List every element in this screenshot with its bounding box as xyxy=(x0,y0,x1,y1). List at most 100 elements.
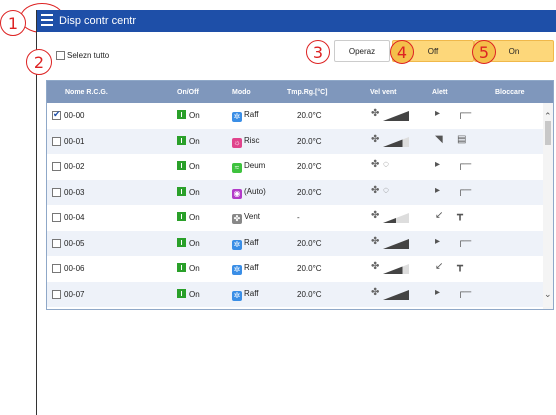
power-on-icon xyxy=(177,237,186,247)
louver-icon[interactable]: ┌─ xyxy=(457,185,471,196)
fan-speed-level xyxy=(383,238,409,249)
fan-speed-indicator[interactable] xyxy=(383,136,409,147)
room-temperature: 20.0°C xyxy=(297,187,322,197)
column-header-lock[interactable]: Bloccare xyxy=(495,89,525,96)
room-temperature: - xyxy=(297,213,300,222)
column-header-mode[interactable]: Modo xyxy=(232,89,251,96)
row-checkbox[interactable] xyxy=(52,213,61,222)
column-header-vane[interactable]: Alett xyxy=(432,89,448,96)
column-header-name[interactable]: Nome R.C.G. xyxy=(65,89,108,96)
unit-name: 00-03 xyxy=(64,187,85,197)
onoff-label: On xyxy=(189,162,200,171)
onoff-status[interactable]: On xyxy=(177,288,200,299)
louver-icon[interactable]: ▤ xyxy=(457,134,466,145)
power-on-icon xyxy=(177,110,186,119)
vane-direction-icon[interactable]: ↙ xyxy=(435,210,443,221)
onoff-status[interactable]: On xyxy=(177,110,200,120)
fan-auto-icon[interactable]: ◌ xyxy=(383,185,389,196)
mode-cell[interactable]: ≈ Deum xyxy=(232,161,265,173)
snowflake-icon: ✲ xyxy=(232,290,242,301)
table-row[interactable]: 00-00 On ✲Raff 20.0°C ✤ ▸ ┌─ xyxy=(47,103,543,128)
onoff-status[interactable]: On xyxy=(177,186,200,197)
vane-direction-icon[interactable]: ▸ xyxy=(435,185,440,196)
callout-1: 1 xyxy=(0,10,26,36)
table-row[interactable]: 00-01 On ☼ Risc 20.0°C ✤ ◥ ▤ xyxy=(47,128,543,154)
row-checkbox[interactable] xyxy=(52,136,61,146)
column-header-fan[interactable]: Vel vent xyxy=(370,89,396,96)
hamburger-menu-icon[interactable] xyxy=(41,14,53,28)
room-temperature: 20.0°C xyxy=(297,289,322,299)
row-checkbox[interactable] xyxy=(52,162,61,171)
scroll-down-icon[interactable]: ⌄ xyxy=(544,289,552,300)
onoff-status[interactable]: On xyxy=(177,212,200,222)
mode-cell[interactable]: ◉ (Auto) xyxy=(232,187,266,199)
sun-icon: ☼ xyxy=(232,137,242,148)
louver-icon[interactable]: ┌─ xyxy=(457,159,471,170)
vertical-scrollbar[interactable]: ⌃ ⌄ xyxy=(543,103,553,309)
operation-button[interactable]: Operaz xyxy=(334,40,390,62)
mode-cell[interactable]: ✲ Raff xyxy=(232,110,259,122)
mode-cell[interactable]: ✲ Raff xyxy=(232,289,259,301)
vane-direction-icon[interactable]: ↙ xyxy=(435,261,443,272)
vane-direction-icon[interactable]: ▸ xyxy=(435,159,440,170)
mode-label: Raff xyxy=(244,288,259,298)
louver-icon[interactable]: ┌─ xyxy=(457,236,471,247)
room-temperature: 20.0°C xyxy=(297,264,322,273)
fan-auto-icon[interactable]: ◌ xyxy=(383,159,389,170)
table-row[interactable]: 00-05 On ✲ Raff 20.0°C ✤ ▸ ┌─ xyxy=(47,230,543,256)
power-on-icon xyxy=(177,135,186,145)
fan-speed-indicator[interactable] xyxy=(383,264,409,274)
row-checkbox[interactable] xyxy=(52,109,61,120)
onoff-label: On xyxy=(189,213,200,222)
mode-cell[interactable]: ✲ Raff xyxy=(232,263,259,275)
louver-icon[interactable]: ┌─ xyxy=(457,287,471,298)
unit-name: 00-06 xyxy=(64,264,85,273)
power-on-icon xyxy=(177,212,186,221)
table-row[interactable]: 00-07 On ✲ Raff 20.0°C ✤ ▸ ┌─ xyxy=(47,281,543,307)
onoff-status[interactable]: On xyxy=(177,237,200,248)
snowflake-icon: ✲ xyxy=(232,239,242,250)
onoff-label: On xyxy=(189,264,200,273)
table-header: Nome R.C.G. On/Off Modo Tmp.Rg.[°C] Vel … xyxy=(47,81,553,103)
onoff-status[interactable]: On xyxy=(177,161,200,171)
onoff-status[interactable]: On xyxy=(177,135,200,146)
mode-cell[interactable]: ☼ Risc xyxy=(232,136,260,148)
fan-icon: ✤ xyxy=(371,159,380,170)
vane-direction-icon[interactable]: ▸ xyxy=(435,287,440,298)
fan-speed-indicator[interactable] xyxy=(383,111,409,121)
table-row[interactable]: 00-06 On ✲ Raff 20.0°C ✤ ↙ ┳ xyxy=(47,256,543,281)
scrollbar-thumb[interactable] xyxy=(545,121,551,145)
vane-direction-icon[interactable]: ▸ xyxy=(435,236,440,247)
row-checkbox[interactable] xyxy=(52,187,61,197)
fan-speed-level xyxy=(383,266,403,274)
column-header-onoff[interactable]: On/Off xyxy=(177,89,199,96)
select-all-checkbox[interactable]: Selezn tutto xyxy=(56,51,109,60)
onoff-status[interactable]: On xyxy=(177,263,200,273)
title-bar: Disp contr centr xyxy=(37,10,556,32)
snowflake-icon: ✲ xyxy=(232,112,242,122)
fan-speed-indicator[interactable] xyxy=(383,289,409,300)
drop-icon: ≈ xyxy=(232,163,242,173)
vane-direction-icon[interactable]: ▸ xyxy=(435,108,440,119)
fan-speed-indicator[interactable] xyxy=(383,213,409,223)
row-checkbox[interactable] xyxy=(52,238,61,248)
table-row[interactable]: 00-03 On ◉ (Auto) 20.0°C ✤ ◌ ▸ ┌─ xyxy=(47,179,543,205)
fan-speed-indicator[interactable] xyxy=(383,238,409,249)
power-on-icon xyxy=(177,161,186,170)
callout-4: 4 xyxy=(390,40,414,64)
checkbox-icon[interactable] xyxy=(56,51,65,60)
table-row[interactable]: 00-04 On ✤ Vent - ✤ ↙ ┳ xyxy=(47,205,543,230)
unit-name: 00-00 xyxy=(64,111,85,120)
snowflake-icon: ✲ xyxy=(232,265,242,275)
row-checkbox[interactable] xyxy=(52,289,61,299)
column-header-temp[interactable]: Tmp.Rg.[°C] xyxy=(287,89,328,96)
row-checkbox[interactable] xyxy=(52,264,61,273)
onoff-label: On xyxy=(189,187,200,197)
vane-direction-icon[interactable]: ◥ xyxy=(435,134,443,145)
louver-icon[interactable]: ┳ xyxy=(457,261,463,272)
mode-cell[interactable]: ✤ Vent xyxy=(232,212,260,224)
louver-icon[interactable]: ┌─ xyxy=(457,108,471,119)
louver-icon[interactable]: ┳ xyxy=(457,210,463,221)
mode-cell[interactable]: ✲ Raff xyxy=(232,238,259,250)
table-row[interactable]: 00-02 On ≈ Deum 20.0°C ✤ ◌ ▸ ┌─ xyxy=(47,154,543,179)
